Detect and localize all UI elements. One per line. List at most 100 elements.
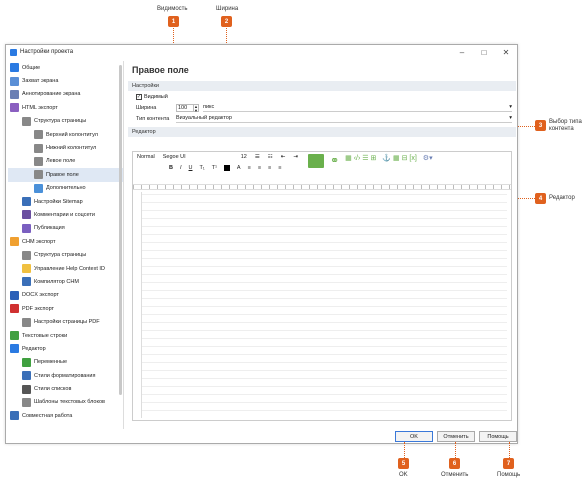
sidebar-item[interactable]: Совместная работа [8,409,123,422]
text-color-icon[interactable] [223,165,230,171]
sidebar-item[interactable]: Компилятор CHM [8,275,123,288]
sidebar-scrollbar[interactable] [119,65,122,395]
sidebar-item-label: Верхний колонтитул [46,131,98,138]
editor-toolbar: Normal Segoe UI 12 ☰ ☷ ⇤ ⇥ B I U T₁ T¹ A… [133,152,511,182]
page-title: Правое поле [132,65,189,75]
callout-badge-2: 2 [221,16,232,27]
sidebar-item-icon [22,264,31,274]
bold-button[interactable]: B [169,165,173,171]
numbered-list-icon[interactable]: ☷ [268,154,273,160]
sidebar-item-icon [10,76,19,86]
sidebar-item-label: HTML экспорт [22,104,58,111]
align-justify-icon[interactable]: ≡ [278,165,281,171]
sidebar-item[interactable]: Настройки Sitemap [8,195,123,208]
superscript-button[interactable]: T¹ [212,165,217,171]
insert-anchor-icon[interactable]: ⚓ ▦ ⊟ [x] [382,154,416,162]
more-tools-icon[interactable]: ⚙▾ [423,154,433,162]
title-bar: Настройки проекта – □ ✕ [6,45,517,59]
sidebar-item[interactable]: Общие [8,61,123,74]
minimize-button[interactable]: – [451,48,473,57]
sidebar-item-icon [22,197,31,207]
sidebar-item[interactable]: Комментарии и соцсети [8,208,123,221]
width-input[interactable]: 100 [176,103,194,112]
sidebar-item[interactable]: Редактор [8,342,123,355]
insert-image-icon[interactable] [307,154,324,168]
sidebar-item[interactable]: Структура страницы [8,115,123,128]
settings-sidebar: Общие Захват экрана Аннотирование экрана HT… [8,61,124,429]
sidebar-item[interactable]: Управление Help Context ID [8,262,123,275]
font-size-select[interactable]: 12 [241,154,247,160]
sidebar-item-icon [10,89,19,99]
sidebar-item[interactable]: Стили списков [8,382,123,395]
editor-document[interactable] [141,192,507,418]
visible-label: Видимый [144,93,168,100]
sidebar-item-icon [22,397,31,407]
ok-button[interactable]: OK [395,431,433,442]
callout-badge-1: 1 [168,16,179,27]
close-button[interactable]: ✕ [495,48,517,57]
sidebar-item-icon [10,237,19,247]
sidebar-item-label: CHM экспорт [22,238,56,245]
callout-help-label: Помощь [497,472,521,478]
sidebar-item[interactable]: DOCX экспорт [8,289,123,302]
sidebar-item[interactable]: Левое поле [8,155,123,168]
sidebar-item[interactable]: Нижний колонтитул [8,141,123,154]
align-center-icon[interactable]: ≡ [258,165,261,171]
width-unit-select[interactable]: пикс ▾ [203,104,512,112]
sidebar-item[interactable]: Переменные [8,356,123,369]
sidebar-item-label: Редактор [22,345,46,352]
align-right-icon[interactable]: ≡ [268,165,271,171]
outdent-icon[interactable]: ⇤ [281,154,286,160]
italic-button[interactable]: I [180,165,182,171]
visible-checkbox[interactable]: ✓ [136,93,142,100]
sidebar-item-label: DOCX экспорт [22,292,59,299]
align-left-icon[interactable]: ≡ [248,165,251,171]
sidebar-item[interactable]: Аннотирование экрана [8,88,123,101]
width-stepper[interactable]: ▲ ▼ [194,103,199,112]
subscript-button[interactable]: T₁ [200,165,205,171]
sidebar-item[interactable]: PDF экспорт [8,302,123,315]
sidebar-item[interactable]: Настройки страницы PDF [8,315,123,328]
editor-area[interactable]: Normal Segoe UI 12 ☰ ☷ ⇤ ⇥ B I U T₁ T¹ A… [132,151,512,421]
sidebar-item[interactable]: Структура страницы [8,248,123,261]
sidebar-item[interactable]: Текстовые строки [8,329,123,342]
sidebar-item-icon [34,130,43,140]
style-select[interactable]: Normal [137,154,155,160]
sidebar-item[interactable]: Дополнительно [8,182,123,195]
callout-badge-3: 3 [535,120,546,131]
cancel-button[interactable]: Отменить [437,431,475,442]
underline-button[interactable]: U [189,165,193,171]
settings-section-header: Настройки [128,81,516,91]
content-type-select[interactable]: Визуальный редактор ▾ [176,115,512,123]
highlight-button[interactable]: A [237,165,241,171]
insert-link-icon[interactable]: ⚭ [330,154,339,167]
sidebar-item-label: Стили форматирования [34,372,96,379]
sidebar-item-icon [34,143,43,153]
callout-line-6 [455,442,456,458]
bullet-list-icon[interactable]: ☰ [255,154,260,160]
visible-row: ✓ Видимый [128,91,516,102]
sidebar-item[interactable]: Правое поле [8,168,123,182]
sidebar-item[interactable]: Шаблоны текстовых блоков [8,396,123,409]
insert-video-icon[interactable]: ▦ ‹/› ☰ ⊞ [345,154,376,162]
sidebar-item-icon [34,156,43,166]
callout-editor-label: Редактор [549,195,575,201]
sidebar-item[interactable]: HTML экспорт [8,101,123,114]
help-button[interactable]: Помощь [479,431,517,442]
font-select[interactable]: Segoe UI [163,154,233,160]
sidebar-item[interactable]: Верхний колонтитул [8,128,123,141]
maximize-button[interactable]: □ [473,48,495,57]
sidebar-item-label: Шаблоны текстовых блоков [34,399,105,406]
sidebar-item[interactable]: Захват экрана [8,74,123,87]
content-type-label: Тип контента [136,115,170,122]
sidebar-item-icon [22,317,31,327]
sidebar-item-icon [22,277,31,287]
sidebar-item[interactable]: Стили форматирования [8,369,123,382]
sidebar-item-icon [10,411,19,421]
sidebar-item[interactable]: Публикация [8,222,123,235]
sidebar-item[interactable]: CHM экспорт [8,235,123,248]
sidebar-item-icon [22,210,31,220]
indent-icon[interactable]: ⇥ [293,154,298,160]
sidebar-item-label: Стили списков [34,386,72,393]
app-icon [10,48,17,56]
